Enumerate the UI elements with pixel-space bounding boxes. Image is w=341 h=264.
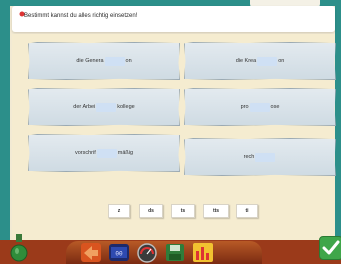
choice-chip[interactable]: ti <box>236 204 258 218</box>
card-text-before: pro <box>240 104 249 110</box>
save-disk-icon[interactable] <box>164 241 186 263</box>
instruction-bar: Bestimmt kannst du alles richtig einsetz… <box>12 6 335 32</box>
flask-icon[interactable] <box>10 234 28 262</box>
choice-chip[interactable]: ds <box>139 204 163 218</box>
choice-chip[interactable]: tts <box>203 204 229 218</box>
gap-card: pro ose <box>184 88 336 126</box>
gap-slot[interactable] <box>255 152 276 162</box>
frame-left <box>0 0 10 240</box>
exercise-window: Bestimmt kannst du alles richtig einsetz… <box>0 0 341 264</box>
card-text-before: rech <box>243 154 255 160</box>
card-text-after: ose <box>270 104 280 110</box>
gap-slot[interactable] <box>104 56 125 66</box>
timer-display-icon[interactable]: 00 <box>108 241 130 263</box>
card-text-before: vorschrif <box>74 150 96 156</box>
gap-card: rech <box>184 138 336 176</box>
back-arrow-icon[interactable] <box>80 241 102 263</box>
gap-card: der Arbei kollege <box>28 88 180 126</box>
gap-slot[interactable] <box>96 102 117 112</box>
svg-text:00: 00 <box>115 251 123 258</box>
instruction-text: Bestimmt kannst du alles richtig einsetz… <box>24 13 138 19</box>
card-text-before: die Genera <box>76 58 104 64</box>
gap-slot[interactable] <box>96 148 117 158</box>
gap-card: die Krea on <box>184 42 336 80</box>
card-text-before: der Arbei <box>73 104 96 110</box>
speedometer-icon[interactable] <box>136 241 158 263</box>
card-text-after: kollege <box>117 104 135 110</box>
card-text-after: on <box>125 58 132 64</box>
card-text-after: mäßig <box>117 150 134 156</box>
check-button[interactable] <box>319 236 341 260</box>
card-text-before: die Krea <box>235 58 257 64</box>
card-text-after: on <box>278 58 285 64</box>
choice-chip[interactable]: z <box>108 204 130 218</box>
gap-card: die Genera on <box>28 42 180 80</box>
statistics-icon[interactable] <box>192 241 214 263</box>
frame-right <box>335 0 341 240</box>
choice-chip[interactable]: ts <box>171 204 195 218</box>
gap-slot[interactable] <box>249 102 270 112</box>
gap-slot[interactable] <box>257 56 278 66</box>
gap-card: vorschrif mäßig <box>28 134 180 172</box>
choice-row: z ds ts tts ti <box>108 204 258 218</box>
